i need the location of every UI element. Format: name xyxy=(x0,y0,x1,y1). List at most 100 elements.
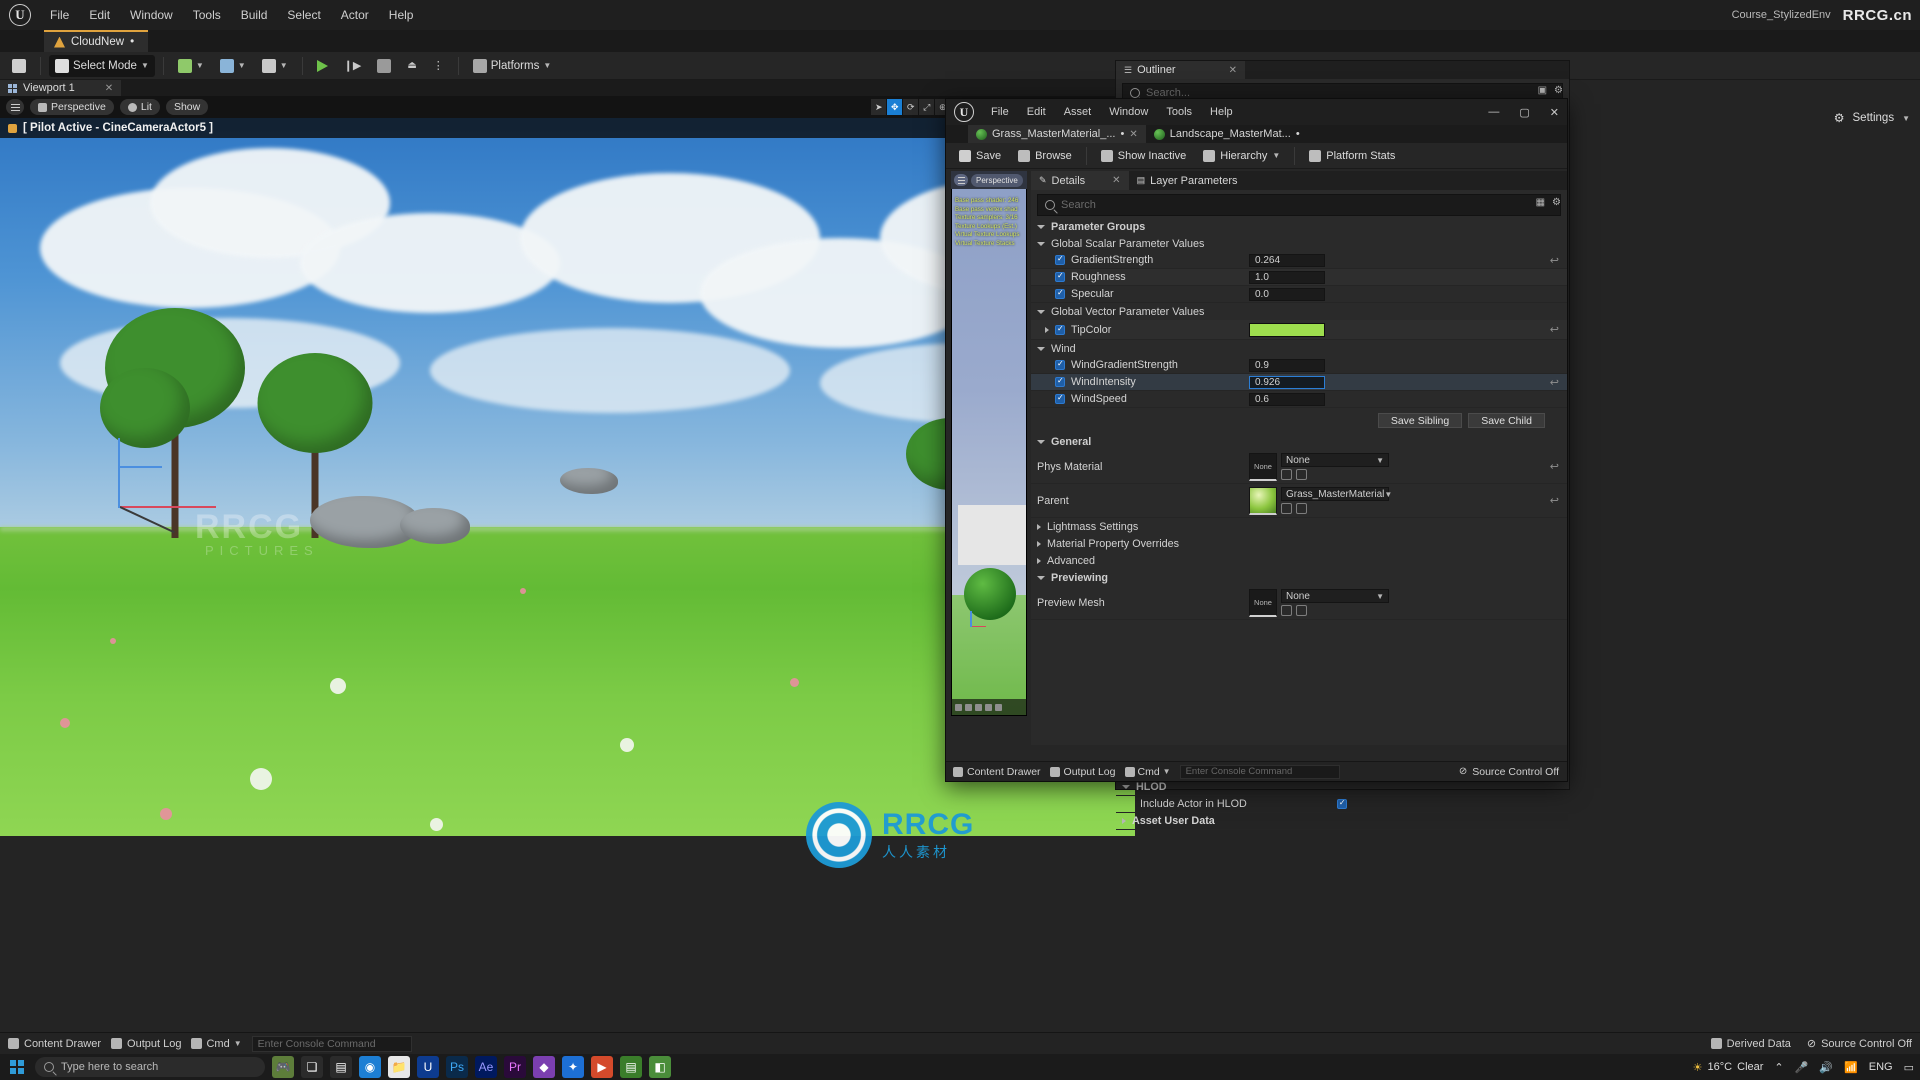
param-value-input[interactable]: 0.0 xyxy=(1249,287,1325,301)
param-checkbox[interactable] xyxy=(1055,254,1065,265)
preview-shape-cylinder-icon[interactable] xyxy=(955,703,962,711)
mat-menu-asset[interactable]: Asset xyxy=(1055,103,1101,121)
app-icon-notes[interactable]: ▤ xyxy=(620,1056,642,1078)
app-icon-media[interactable]: ▶ xyxy=(591,1056,613,1078)
app-icon-active[interactable]: ◧ xyxy=(649,1056,671,1078)
tab-grass-master-material[interactable]: Grass_MasterMaterial_... • ✕ xyxy=(968,125,1146,143)
parent-combo[interactable]: Grass_MasterMaterial ▼ xyxy=(1281,487,1392,501)
param-row-windspeed[interactable]: WindSpeed 0.6 xyxy=(1031,391,1567,408)
reset-icon[interactable]: ↩ xyxy=(1550,494,1559,507)
reset-icon[interactable]: ↩ xyxy=(1550,323,1559,336)
app-icon-edge[interactable]: ◉ xyxy=(359,1056,381,1078)
cmd-button[interactable]: Cmd ▼ xyxy=(191,1038,242,1050)
rotate-icon[interactable]: ⟳ xyxy=(903,99,919,115)
app-icon-premiere[interactable]: Pr xyxy=(504,1056,526,1078)
mat-content-drawer-button[interactable]: Content Drawer xyxy=(953,766,1041,778)
group-material-property-overrides[interactable]: Material Property Overrides xyxy=(1031,535,1567,552)
tab-viewport-1[interactable]: Viewport 1 ✕ xyxy=(0,80,122,96)
group-parameter-groups[interactable]: Parameter Groups xyxy=(1031,218,1567,235)
param-row-tipcolor[interactable]: TipColor ↩ xyxy=(1031,320,1567,340)
add-actor-button[interactable]: ▼ xyxy=(172,55,210,77)
move-icon[interactable]: ✥ xyxy=(887,99,903,115)
mat-source-control[interactable]: ⊘ Source Control Off xyxy=(1459,766,1559,778)
preview-shape-cube-icon[interactable] xyxy=(985,703,992,711)
group-previewing[interactable]: Previewing xyxy=(1031,569,1567,586)
content-drawer-button[interactable]: Content Drawer xyxy=(8,1038,101,1050)
app-icon-photoshop[interactable]: Ps xyxy=(446,1056,468,1078)
viewport-menu-button[interactable] xyxy=(6,99,24,115)
weather-widget[interactable]: ☀ 16°C Clear xyxy=(1693,1061,1764,1074)
param-checkbox[interactable] xyxy=(1055,324,1065,335)
use-selected-icon[interactable] xyxy=(1296,605,1307,616)
mat-console-input[interactable]: Enter Console Command xyxy=(1179,764,1340,779)
mat-browse-button[interactable]: Browse xyxy=(1011,146,1079,166)
mat-menu-window[interactable]: Window xyxy=(1100,103,1157,121)
task-view-icon[interactable]: ❏ xyxy=(301,1056,323,1078)
filter-icon[interactable]: ▣ xyxy=(1538,85,1547,96)
app-icon-unreal[interactable]: U xyxy=(417,1056,439,1078)
settings-icon[interactable]: ⚙ xyxy=(1554,85,1563,96)
preview-mesh-combo[interactable]: None ▼ xyxy=(1281,589,1389,603)
param-row-windintensity[interactable]: WindIntensity 0.926 ↩ xyxy=(1031,374,1567,391)
save-sibling-button[interactable]: Save Sibling xyxy=(1377,413,1463,428)
app-icon-explorer[interactable]: 📁 xyxy=(388,1056,410,1078)
tab-landscape-master-material[interactable]: Landscape_MasterMat... • xyxy=(1146,125,1308,143)
source-control-button[interactable]: ⊘ Source Control Off xyxy=(1807,1037,1912,1051)
cinematics-button[interactable]: ▼ xyxy=(256,55,294,77)
app-icon-substance[interactable]: ◆ xyxy=(533,1056,555,1078)
close-icon[interactable]: ✕ xyxy=(1129,129,1137,140)
app-icon-game[interactable]: 🎮 xyxy=(272,1056,294,1078)
use-selected-icon[interactable] xyxy=(1296,503,1307,514)
close-icon[interactable]: ✕ xyxy=(105,83,113,94)
project-tab[interactable]: CloudNew • xyxy=(44,30,149,52)
volume-icon[interactable]: 🔊 xyxy=(1819,1061,1833,1074)
maximize-icon[interactable]: ▢ xyxy=(1515,106,1533,119)
select-icon[interactable]: ➤ xyxy=(871,99,887,115)
param-row-specular[interactable]: Specular 0.0 xyxy=(1031,286,1567,303)
taskbar-search[interactable]: Type here to search xyxy=(35,1057,265,1077)
tab-details[interactable]: ✎ Details ✕ xyxy=(1031,171,1129,190)
reset-icon[interactable]: ↩ xyxy=(1550,376,1559,389)
param-value-input[interactable]: 0.9 xyxy=(1249,358,1325,372)
app-icon-chat[interactable]: ✦ xyxy=(562,1056,584,1078)
close-icon[interactable]: ✕ xyxy=(1112,175,1120,186)
transform-gizmo[interactable] xyxy=(86,438,216,534)
group-global-scalar[interactable]: Global Scalar Parameter Values xyxy=(1031,235,1567,252)
preview-grid-icon[interactable] xyxy=(995,703,1002,711)
row-parent[interactable]: Parent Grass_MasterMaterial ▼ ↩ xyxy=(1031,484,1567,518)
menu-actor[interactable]: Actor xyxy=(331,4,379,26)
mat-menu-help[interactable]: Help xyxy=(1201,103,1242,121)
details-search-input[interactable] xyxy=(1061,199,1553,211)
param-value-input[interactable]: 0.6 xyxy=(1249,392,1325,406)
mat-output-log-button[interactable]: Output Log xyxy=(1049,766,1116,778)
app-icon-aftereffects[interactable]: Ae xyxy=(475,1056,497,1078)
param-checkbox[interactable] xyxy=(1055,288,1065,299)
console-input[interactable]: Enter Console Command xyxy=(251,1035,412,1052)
mat-save-button[interactable]: Save xyxy=(952,146,1008,166)
view-mode-button[interactable]: Lit xyxy=(119,99,160,115)
menu-file[interactable]: File xyxy=(40,4,79,26)
play-button[interactable] xyxy=(311,55,334,77)
use-selected-icon[interactable] xyxy=(1296,469,1307,480)
settings-button[interactable]: ⚙ Settings ▼ xyxy=(1834,104,1910,132)
param-checkbox[interactable] xyxy=(1055,393,1065,404)
save-button[interactable] xyxy=(6,55,32,77)
phys-material-combo[interactable]: None ▼ xyxy=(1281,453,1389,467)
row-phys-material[interactable]: Phys Material None None ▼ ↩ xyxy=(1031,450,1567,484)
show-inactive-button[interactable]: Show Inactive xyxy=(1094,146,1193,166)
preview-perspective-button[interactable]: Perspective xyxy=(971,173,1023,187)
menu-build[interactable]: Build xyxy=(231,4,278,26)
settings-icon[interactable]: ⚙ xyxy=(1552,197,1561,208)
param-value-input[interactable]: 1.0 xyxy=(1249,270,1325,284)
menu-help[interactable]: Help xyxy=(379,4,424,26)
group-asset-user-data[interactable]: Asset User Data xyxy=(1116,813,1569,830)
menu-edit[interactable]: Edit xyxy=(79,4,120,26)
param-row-gradientstrength[interactable]: GradientStrength 0.264 ↩ xyxy=(1031,252,1567,269)
param-value-input[interactable]: 0.264 xyxy=(1249,253,1325,267)
param-checkbox[interactable] xyxy=(1055,359,1065,370)
preview-mesh-thumbnail[interactable]: None xyxy=(1249,588,1277,617)
show-flags-button[interactable]: Show xyxy=(165,99,209,115)
tipcolor-swatch[interactable] xyxy=(1249,322,1325,337)
group-lightmass-settings[interactable]: Lightmass Settings xyxy=(1031,518,1567,535)
scale-icon[interactable]: ⤢ xyxy=(919,99,935,115)
